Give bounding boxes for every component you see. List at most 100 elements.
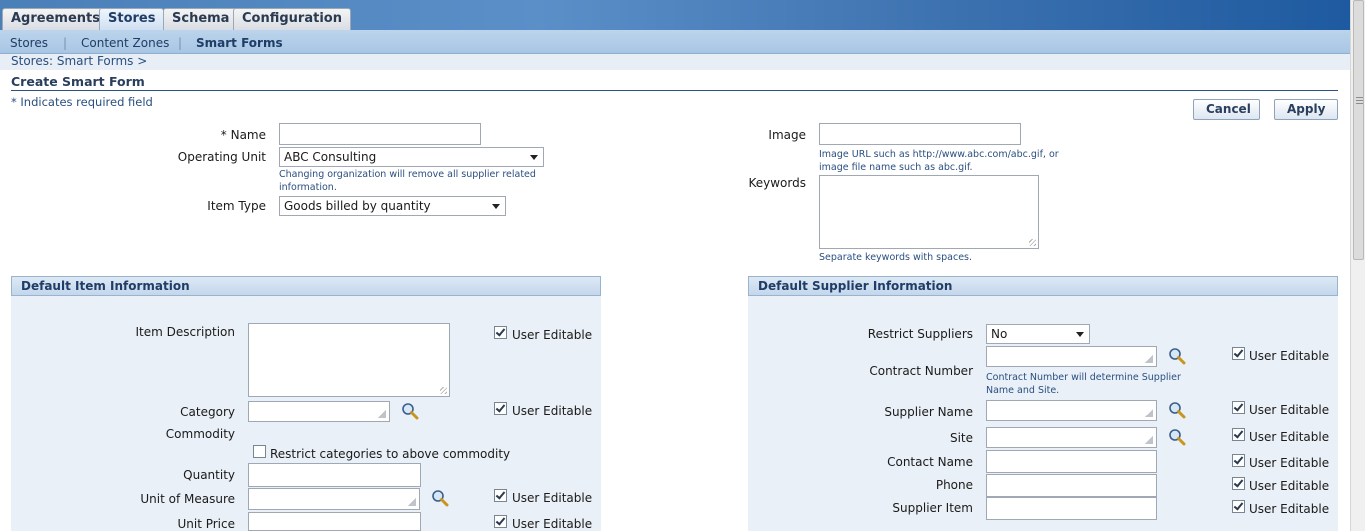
- contract-number-label: Contract Number: [869, 364, 973, 378]
- user-editable-label: User Editable: [1249, 349, 1330, 363]
- contact-name-label: Contact Name: [887, 455, 973, 469]
- search-icon[interactable]: [401, 402, 419, 420]
- checkmark-icon: [1233, 428, 1244, 439]
- operating-unit-select[interactable]: ABC Consulting: [279, 147, 544, 167]
- subnav-smart-forms[interactable]: Smart Forms: [196, 36, 283, 50]
- breadcrumb[interactable]: Stores: Smart Forms >: [11, 54, 147, 68]
- checkmark-icon: [495, 515, 506, 526]
- unit-of-measure-input[interactable]: [248, 488, 420, 510]
- operating-unit-value: ABC Consulting: [284, 150, 377, 164]
- category-label: Category: [180, 405, 235, 419]
- lov-indicator-icon: [1145, 436, 1153, 444]
- search-icon[interactable]: [1168, 401, 1186, 419]
- lov-indicator-icon: [408, 498, 416, 506]
- supplier-name-user-editable-checkbox[interactable]: [1232, 401, 1245, 414]
- subnav-stores[interactable]: Stores: [10, 36, 48, 50]
- operating-unit-label: Operating Unit: [177, 150, 266, 164]
- vertical-scrollbar[interactable]: [1350, 0, 1365, 531]
- checkmark-icon: [1233, 347, 1244, 358]
- quantity-input[interactable]: [248, 463, 421, 487]
- keywords-textarea[interactable]: [819, 175, 1039, 249]
- contract-number-hint: Contract Number will determine Supplier …: [986, 372, 1181, 396]
- user-editable-label: User Editable: [1249, 403, 1330, 417]
- checkmark-icon: [495, 489, 506, 500]
- site-label: Site: [949, 431, 973, 445]
- search-icon[interactable]: [431, 489, 449, 507]
- name-label: * Name: [220, 128, 266, 142]
- item-type-value: Goods billed by quantity: [284, 199, 431, 213]
- grip-icon: [1356, 97, 1363, 105]
- user-editable-label: User Editable: [1249, 456, 1330, 470]
- subnav-separator: |: [178, 36, 183, 50]
- contract-number-input[interactable]: [986, 346, 1157, 367]
- resize-grip-icon[interactable]: [440, 387, 447, 394]
- supplier-item-input[interactable]: [986, 497, 1157, 520]
- supplier-item-user-editable-checkbox[interactable]: [1232, 500, 1245, 513]
- user-editable-label: User Editable: [1249, 502, 1330, 516]
- image-label: Image: [768, 128, 806, 142]
- checkmark-icon: [1233, 401, 1244, 412]
- name-input[interactable]: [279, 123, 481, 145]
- user-editable-label: User Editable: [512, 404, 593, 418]
- tab-schema[interactable]: Schema: [163, 8, 239, 30]
- search-icon[interactable]: [1168, 347, 1186, 365]
- phone-input[interactable]: [986, 474, 1157, 497]
- unit-price-input[interactable]: [248, 512, 421, 531]
- supplier-name-input[interactable]: [986, 400, 1157, 421]
- image-input[interactable]: [819, 123, 1021, 145]
- search-icon[interactable]: [1168, 428, 1186, 446]
- breadcrumb-bar: Stores: Smart Forms >: [0, 54, 1350, 70]
- contact-name-user-editable-checkbox[interactable]: [1232, 454, 1245, 467]
- item-type-label: Item Type: [207, 199, 266, 213]
- checkmark-icon: [1233, 500, 1244, 511]
- apply-button[interactable]: Apply: [1274, 99, 1338, 120]
- contact-name-input[interactable]: [986, 450, 1157, 473]
- commodity-label: Commodity: [165, 427, 235, 441]
- checkmark-icon: [495, 326, 506, 337]
- checkmark-icon: [495, 402, 506, 413]
- lov-indicator-icon: [378, 410, 386, 418]
- uom-user-editable-checkbox[interactable]: [494, 489, 507, 502]
- unit-price-user-editable-checkbox[interactable]: [494, 515, 507, 528]
- default-item-section-title: Default Item Information: [11, 276, 601, 296]
- restrict-suppliers-label: Restrict Suppliers: [867, 327, 973, 341]
- phone-user-editable-checkbox[interactable]: [1232, 477, 1245, 490]
- chevron-down-icon: [1076, 332, 1084, 337]
- subnav-content-zones[interactable]: Content Zones: [81, 36, 169, 50]
- item-description-label: Item Description: [135, 325, 235, 339]
- quantity-label: Quantity: [183, 468, 235, 482]
- default-supplier-section-title: Default Supplier Information: [748, 276, 1338, 296]
- page-title: Create Smart Form: [11, 74, 145, 89]
- user-editable-label: User Editable: [512, 491, 593, 505]
- scroll-thumb[interactable]: [1353, 0, 1364, 260]
- chevron-down-icon: [492, 204, 500, 209]
- keywords-hint: Separate keywords with spaces.: [819, 252, 973, 263]
- category-user-editable-checkbox[interactable]: [494, 402, 507, 415]
- item-type-select[interactable]: Goods billed by quantity: [279, 196, 506, 216]
- lov-indicator-icon: [1145, 409, 1153, 417]
- user-editable-label: User Editable: [1249, 479, 1330, 493]
- user-editable-label: User Editable: [512, 328, 593, 342]
- supplier-name-label: Supplier Name: [884, 405, 973, 419]
- tab-agreements[interactable]: Agreements: [2, 8, 109, 30]
- tab-stores[interactable]: Stores: [99, 8, 165, 30]
- item-description-user-editable-checkbox[interactable]: [494, 326, 507, 339]
- title-divider: [11, 90, 1338, 91]
- restrict-suppliers-select[interactable]: No: [986, 324, 1090, 344]
- restrict-categories-checkbox[interactable]: [253, 445, 266, 458]
- item-description-textarea[interactable]: [248, 323, 450, 397]
- chevron-down-icon: [530, 155, 538, 160]
- resize-grip-icon[interactable]: [1029, 239, 1036, 246]
- tab-configuration[interactable]: Configuration: [233, 8, 351, 30]
- unit-price-label: Unit Price: [177, 517, 235, 531]
- supplier-item-label: Supplier Item: [892, 501, 973, 515]
- category-input[interactable]: [248, 401, 390, 422]
- subnav-separator: |: [63, 36, 68, 50]
- checkmark-icon: [1233, 477, 1244, 488]
- site-input[interactable]: [986, 427, 1157, 448]
- image-hint: Image URL such as http://www.abc.com/abc…: [819, 149, 1059, 173]
- site-user-editable-checkbox[interactable]: [1232, 428, 1245, 441]
- contract-user-editable-checkbox[interactable]: [1232, 347, 1245, 360]
- restrict-suppliers-value: No: [991, 327, 1008, 341]
- cancel-button[interactable]: Cancel: [1193, 99, 1260, 120]
